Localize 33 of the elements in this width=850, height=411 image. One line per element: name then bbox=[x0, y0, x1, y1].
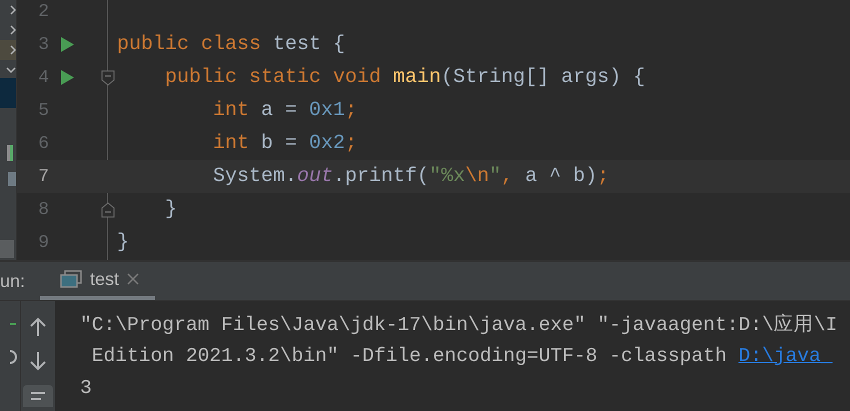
line-number: 8 bbox=[37, 200, 49, 220]
arrow-down-icon[interactable] bbox=[29, 351, 47, 371]
line-number: 2 bbox=[37, 2, 49, 22]
line-number: 5 bbox=[37, 100, 49, 120]
path-link[interactable]: D:\java_ bbox=[738, 344, 833, 367]
code-line: } bbox=[164, 198, 178, 221]
code-line: int a = 0x1; bbox=[212, 99, 358, 122]
soft-wrap-button[interactable] bbox=[23, 385, 53, 407]
wrap-icon bbox=[29, 391, 47, 401]
fold-icon[interactable] bbox=[101, 202, 115, 218]
line-number: 9 bbox=[37, 232, 49, 252]
line-number: 4 bbox=[37, 68, 49, 88]
console-line: 3 bbox=[80, 376, 93, 402]
run-panel-label: un: bbox=[0, 270, 26, 292]
console-line: Edition 2021.3.2\bin" -Dfile.encoding=UTF-8 -classpath D:\java_ bbox=[90, 344, 834, 369]
code-line: int b = 0x2; bbox=[212, 132, 358, 155]
code-line: public static void main(String[] args) { bbox=[164, 66, 646, 89]
chevron-down-icon[interactable] bbox=[6, 67, 16, 73]
arrow-up-icon[interactable] bbox=[29, 317, 47, 337]
run-icon[interactable] bbox=[61, 37, 74, 52]
window-icon bbox=[60, 270, 82, 288]
line-number: 6 bbox=[37, 134, 49, 154]
run-icon[interactable] bbox=[61, 70, 74, 85]
fold-icon[interactable] bbox=[101, 70, 115, 86]
close-icon[interactable] bbox=[127, 273, 140, 285]
code-line: public class test { bbox=[117, 33, 346, 56]
code-line: System.out.printf("%x\n", a ^ b); bbox=[212, 165, 610, 188]
scrollbar bbox=[0, 240, 14, 258]
line-number: 7 bbox=[37, 166, 49, 186]
console-line: "C:\Program Files\Java\jdk-17\bin\java.exe" "-javaagent:D:\应用\I bbox=[80, 312, 838, 338]
tab-label: test bbox=[90, 268, 120, 290]
line-number: 3 bbox=[37, 34, 49, 54]
code-line: } bbox=[117, 231, 130, 254]
